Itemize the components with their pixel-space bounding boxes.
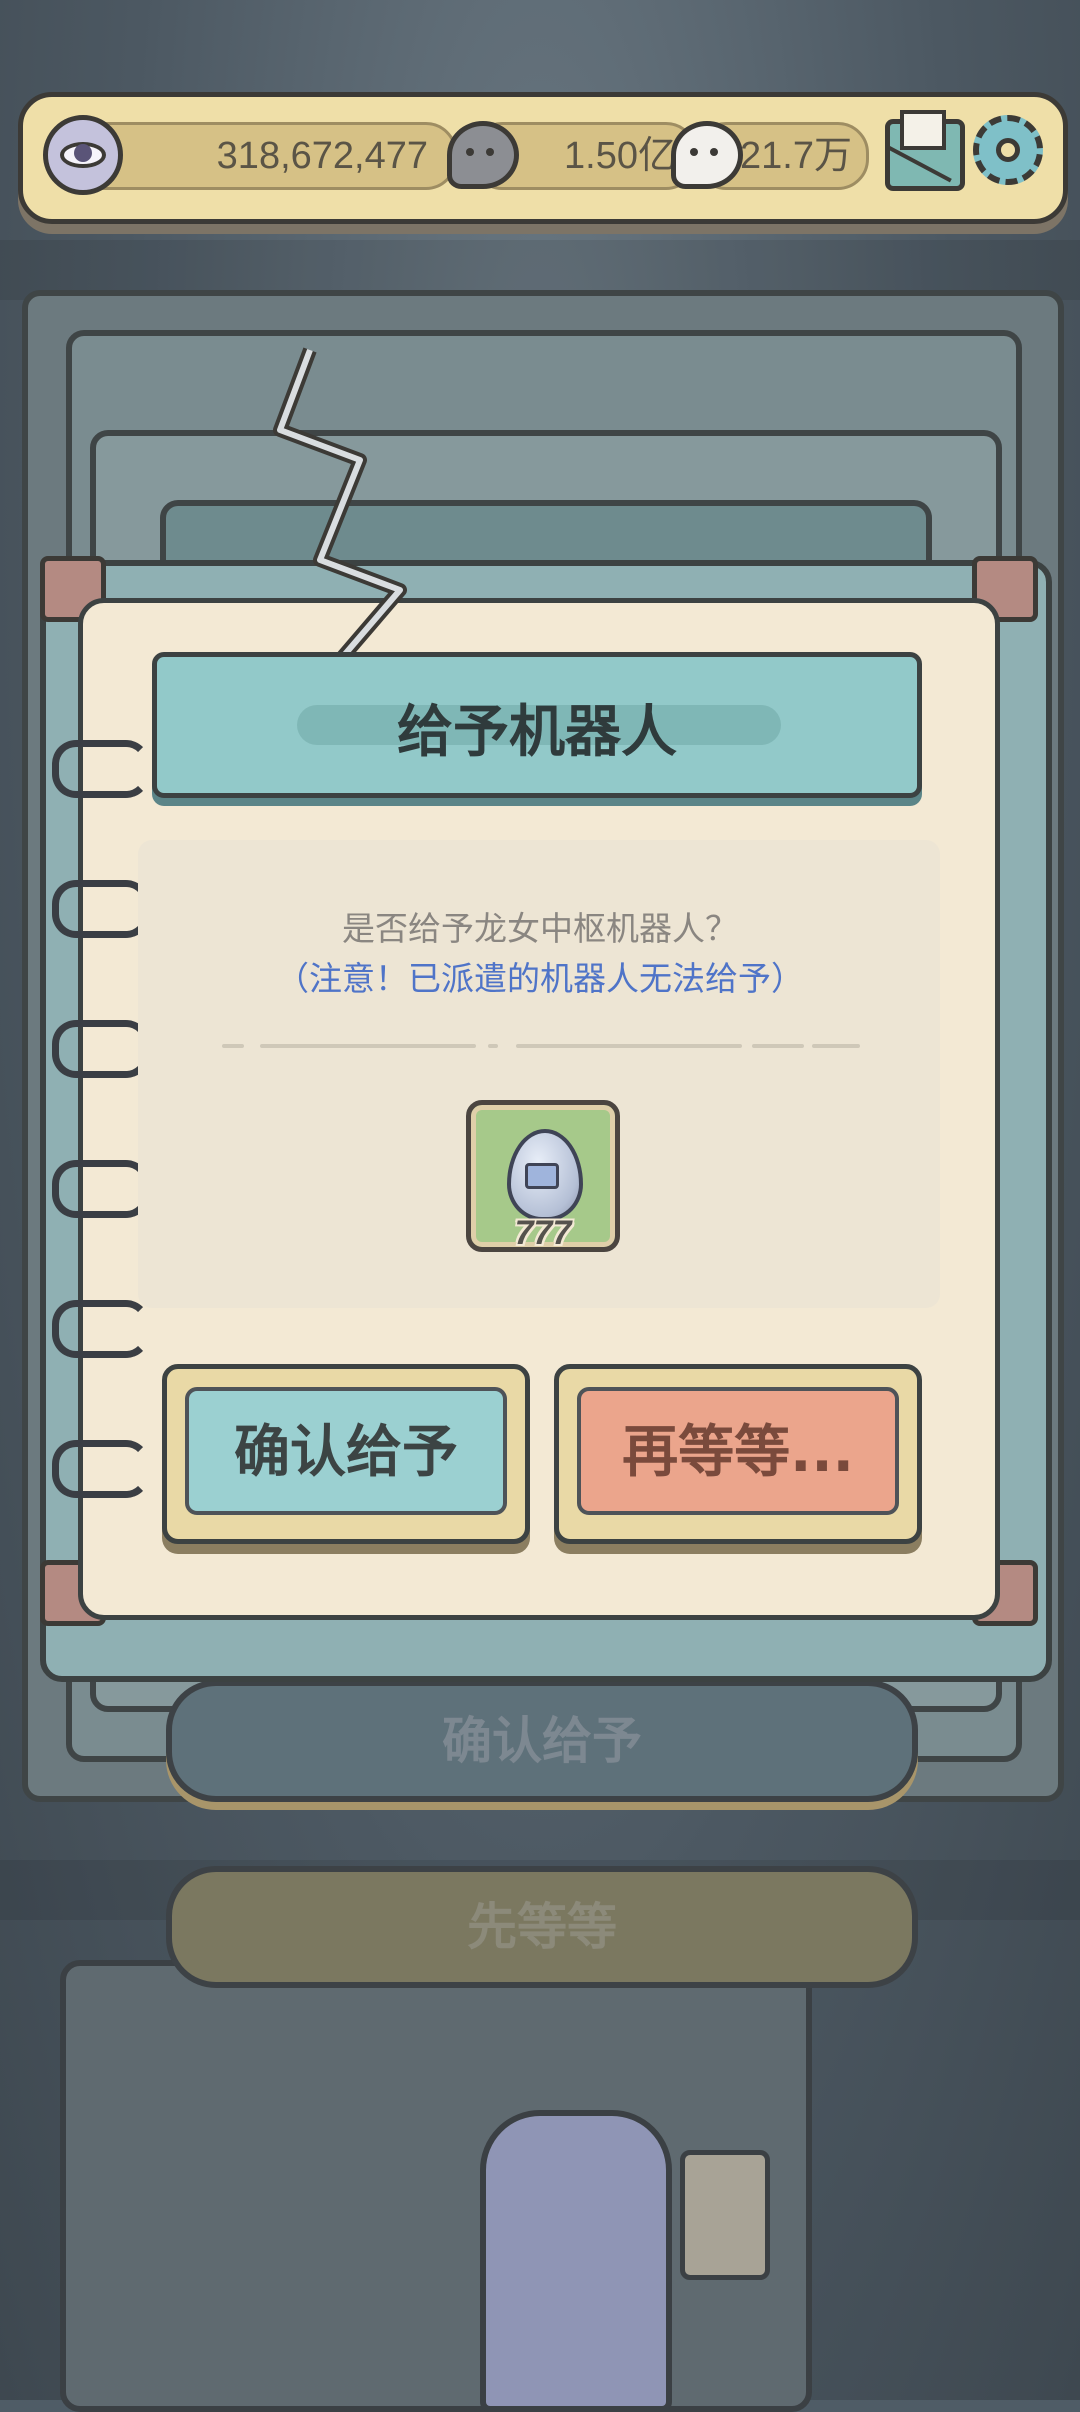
gray-speech-bubble-icon bbox=[447, 121, 519, 189]
eye-count: 318,672,477 bbox=[216, 135, 428, 177]
white-bubble-count: 21.7万 bbox=[740, 135, 852, 177]
divider bbox=[812, 1044, 860, 1048]
gear-icon[interactable] bbox=[973, 115, 1043, 185]
dialog-title: 给予机器人 bbox=[397, 700, 677, 765]
binder-ring bbox=[52, 1440, 150, 1498]
divider bbox=[222, 1044, 244, 1048]
background-tank bbox=[480, 2110, 672, 2412]
wait-button[interactable]: 再等等... bbox=[554, 1364, 922, 1544]
divider bbox=[752, 1044, 804, 1048]
dialog-title-bar: 给予机器人 bbox=[152, 652, 922, 798]
white-speech-bubble-icon bbox=[671, 121, 743, 189]
warning-text: （注意！已派遣的机器人无法给予） bbox=[276, 959, 804, 998]
confirm-give-button[interactable]: 确认给予 bbox=[162, 1364, 530, 1544]
background-confirm-button: 确认给予 bbox=[166, 1680, 918, 1802]
divider bbox=[516, 1044, 742, 1048]
eye-icon bbox=[43, 115, 123, 195]
give-question-text: 是否给予龙女中枢机器人？ bbox=[342, 909, 738, 948]
binder-ring bbox=[52, 740, 150, 798]
paper-clip-icon bbox=[273, 347, 407, 665]
background-confirm-label: 确认给予 bbox=[442, 1712, 642, 1770]
background-wait-button: 先等等 bbox=[166, 1866, 918, 1988]
resource-bar: 318,672,477 1.50亿 21.7万 bbox=[18, 92, 1068, 224]
mail-icon[interactable] bbox=[885, 110, 965, 191]
wait-label: 再等等... bbox=[622, 1420, 854, 1485]
robot-egg-icon bbox=[507, 1129, 583, 1221]
divider bbox=[260, 1044, 476, 1048]
background-panel bbox=[680, 2150, 770, 2280]
gray-bubble-count: 1.50亿 bbox=[564, 135, 676, 177]
confirm-give-label: 确认给予 bbox=[234, 1420, 458, 1485]
divider bbox=[488, 1044, 498, 1048]
binder-ring bbox=[52, 1300, 150, 1358]
robot-item-slot[interactable]: 777 bbox=[466, 1100, 620, 1252]
item-count: 777 bbox=[514, 1214, 572, 1252]
binder-ring bbox=[52, 1160, 150, 1218]
background-wait-label: 先等等 bbox=[467, 1898, 617, 1956]
binder-ring bbox=[52, 1020, 150, 1078]
